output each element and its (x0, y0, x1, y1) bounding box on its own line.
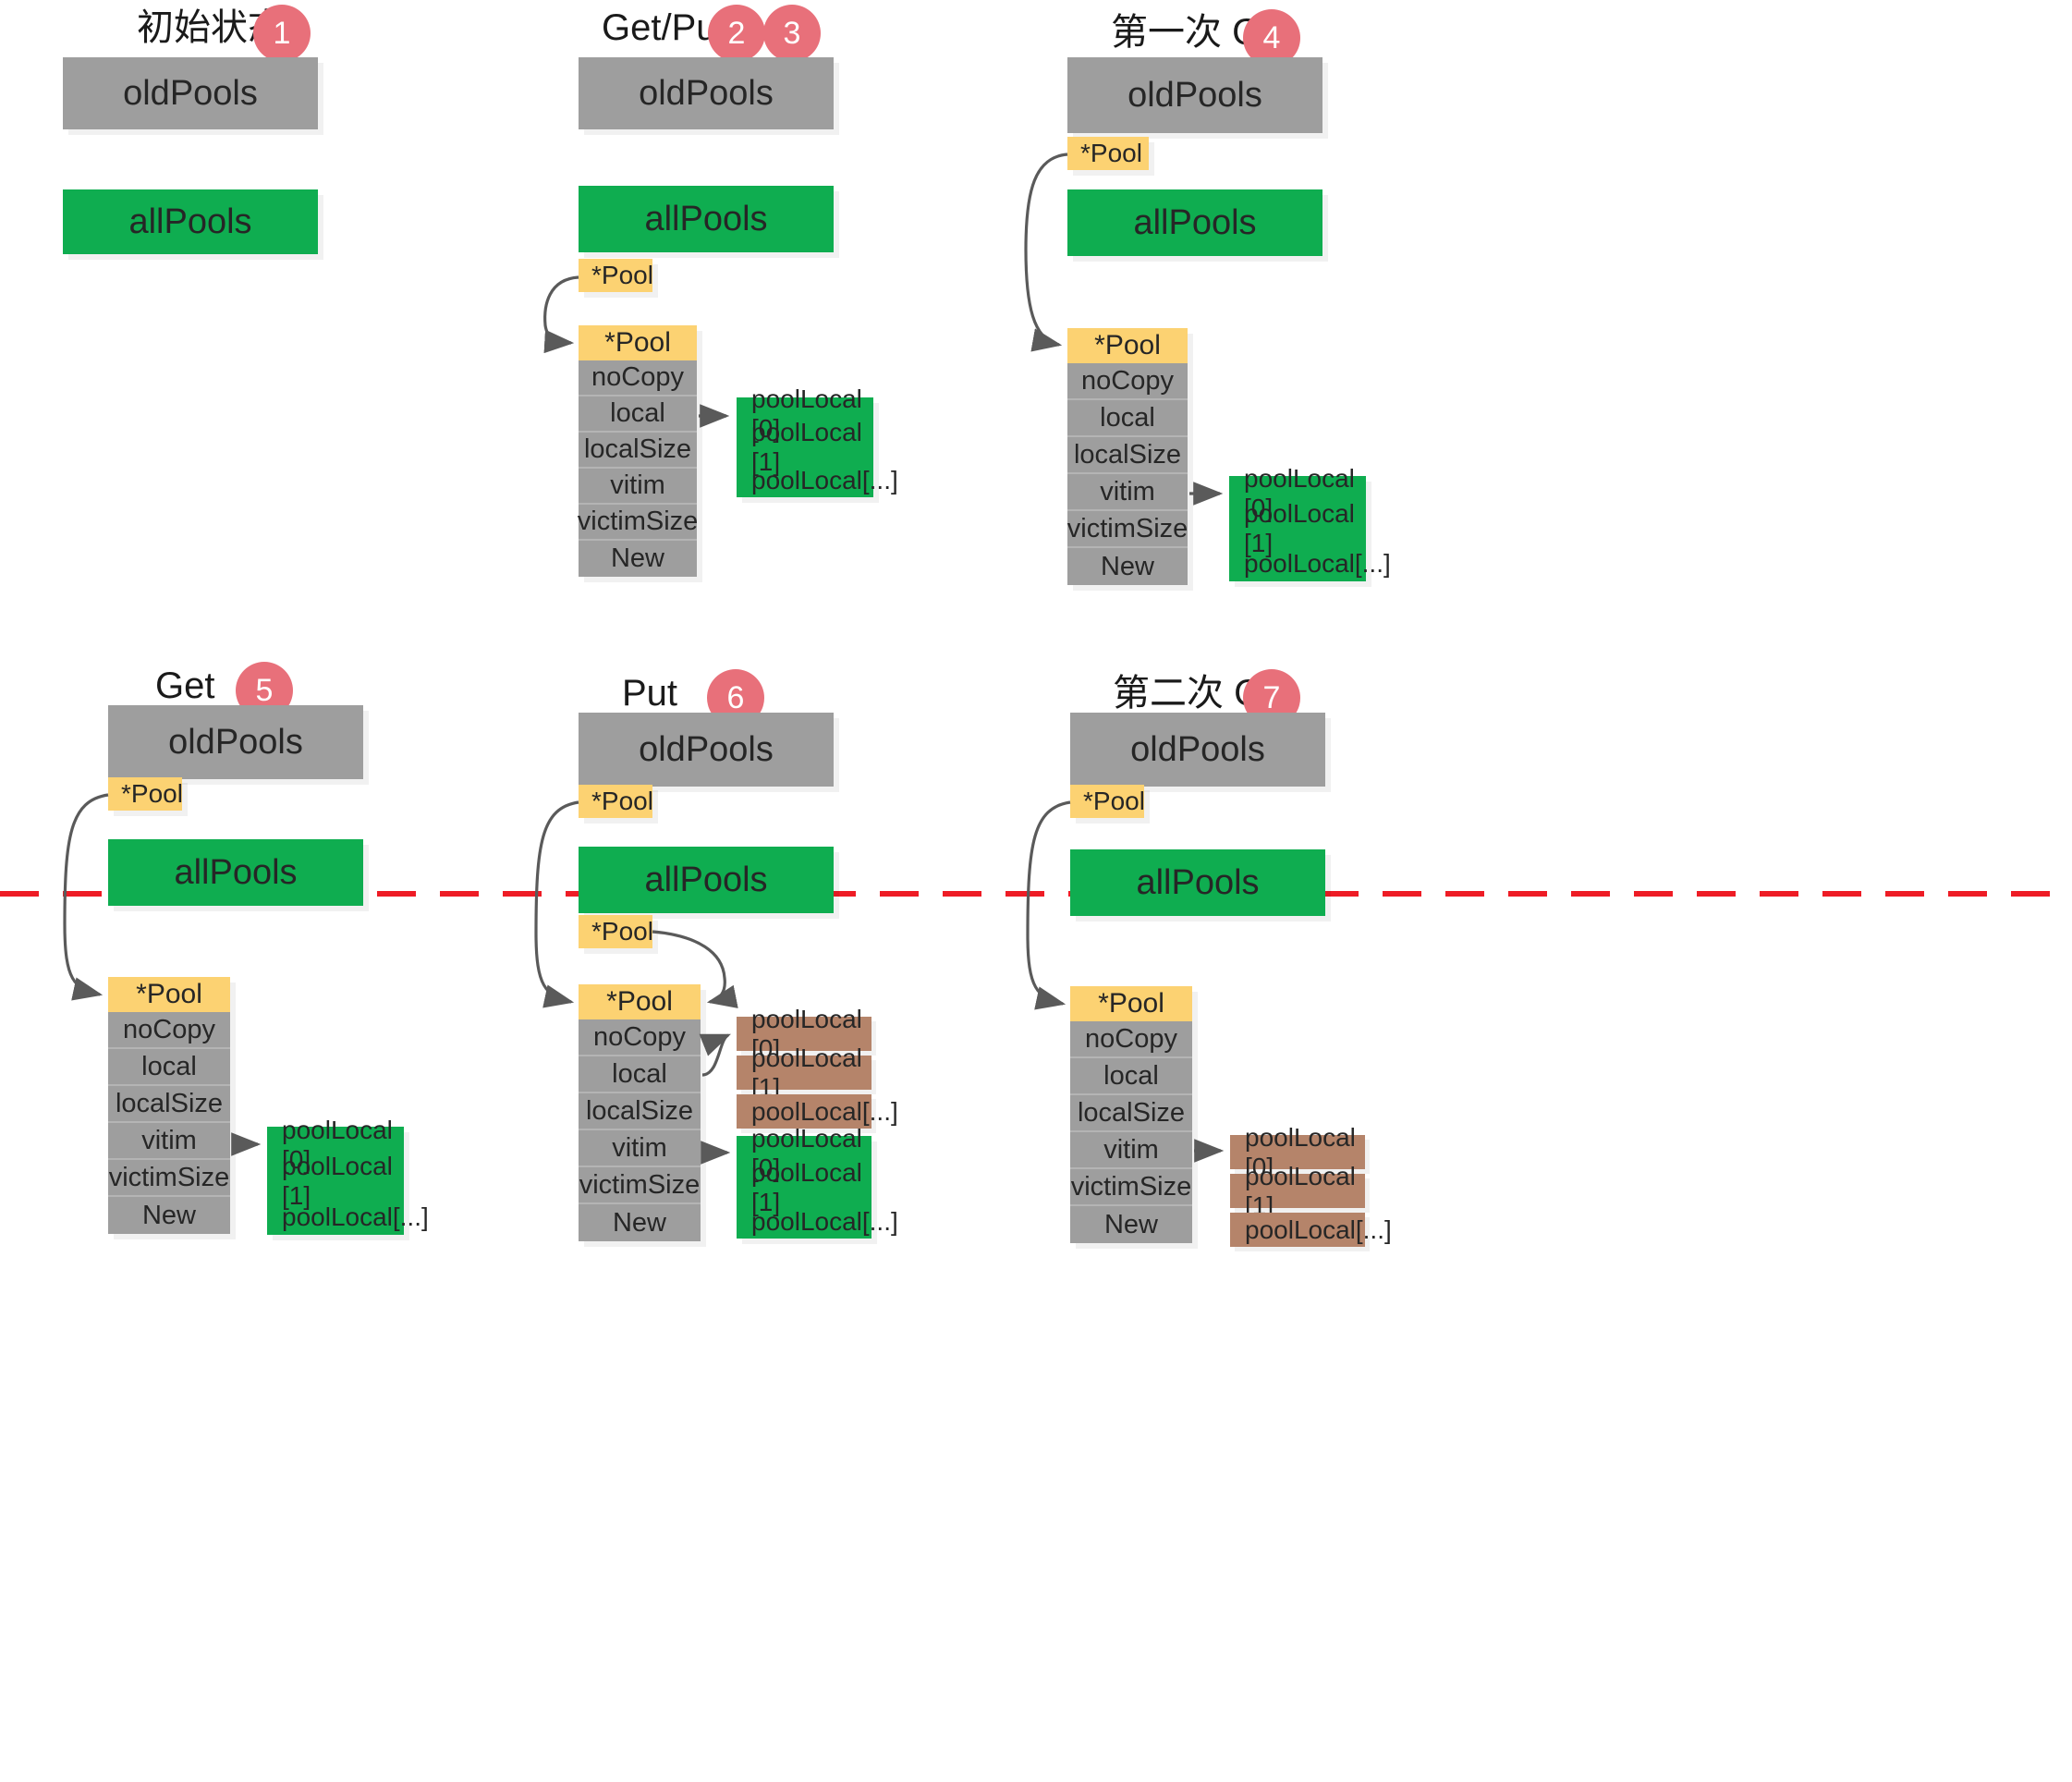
panel-6-old-pools-pool-tag: *Pool (579, 785, 653, 818)
panel-6-all-pools-block: allPools (579, 847, 834, 913)
panel-7-old-pools-block: oldPools (1070, 713, 1325, 787)
panel-5-struct-pool-head: *Pool (108, 977, 230, 1012)
panel-7-struct: noCopy local localSize vitim victimSize … (1070, 1021, 1192, 1243)
pool-local-cell-2: poolLocal[...] (282, 1202, 429, 1231)
panel-5-all-pools-block: allPools (108, 839, 363, 906)
panel-6-old-pools-block: oldPools (579, 713, 834, 787)
struct-field-localsize: localSize (579, 1093, 701, 1130)
panel-7-old-pools-pool-tag: *Pool (1070, 785, 1145, 818)
panel-6-struct-pool-head: *Pool (579, 984, 701, 1019)
struct-field-localsize: localSize (108, 1086, 230, 1123)
pool-local-cell-1: poolLocal [1] (737, 1044, 871, 1102)
struct-field-victimsize: victimSize (1070, 1169, 1192, 1206)
struct-field-new: New (108, 1197, 230, 1234)
struct-field-vitim: vitim (108, 1123, 230, 1160)
struct-field-local: local (108, 1049, 230, 1086)
diagram-canvas: 初始状态 1 oldPools allPools Get/Put 2 3 old… (0, 0, 2072, 1782)
panel-6-struct: noCopy local localSize vitim victimSize … (579, 1019, 701, 1241)
struct-field-local: local (579, 1056, 701, 1093)
pool-local-cell-2: poolLocal[...] (1230, 1213, 1392, 1247)
panel-5-old-pools-pool-tag: *Pool (108, 777, 183, 811)
panel-5-struct: noCopy local localSize vitim victimSize … (108, 1012, 230, 1234)
pool-local-cell-1: poolLocal [1] (282, 1151, 393, 1210)
panel-5-title: Get (155, 665, 215, 706)
struct-field-localsize: localSize (1070, 1095, 1192, 1132)
struct-field-new: New (579, 1204, 701, 1241)
panel-6-local-poollocal-group: poolLocal [0] poolLocal [1] poolLocal[..… (737, 1005, 898, 1129)
pool-local-cell-1: poolLocal [1] (751, 1157, 862, 1216)
panel-5-old-pools-block: oldPools (108, 705, 363, 779)
struct-field-nocopy: noCopy (579, 1019, 701, 1056)
pool-local-cell-2: poolLocal[...] (751, 1206, 898, 1236)
panel-6-all-pools-pool-tag: *Pool (579, 915, 653, 948)
struct-field-nocopy: noCopy (108, 1012, 230, 1049)
panel-7-struct-pool-head: *Pool (1070, 986, 1192, 1021)
panel-5-victim-poollocal-group: poolLocal [0] poolLocal [1] poolLocal[..… (267, 1116, 429, 1235)
struct-field-vitim: vitim (1070, 1132, 1192, 1169)
struct-field-local: local (1070, 1058, 1192, 1095)
panel-7-all-pools-block: allPools (1070, 849, 1325, 916)
panel-6-title: Put (622, 673, 678, 714)
pool-local-cell-1: poolLocal [1] (1230, 1162, 1365, 1220)
struct-field-nocopy: noCopy (1070, 1021, 1192, 1058)
panel-7-victim-poollocal-group: poolLocal [0] poolLocal [1] poolLocal[..… (1230, 1123, 1392, 1247)
struct-field-vitim: vitim (579, 1130, 701, 1167)
panel-6-victim-poollocal-group: poolLocal [0] poolLocal [1] poolLocal[..… (737, 1124, 898, 1239)
struct-field-victimsize: victimSize (579, 1167, 701, 1204)
struct-field-new: New (1070, 1206, 1192, 1243)
struct-field-victimsize: victimSize (108, 1160, 230, 1197)
